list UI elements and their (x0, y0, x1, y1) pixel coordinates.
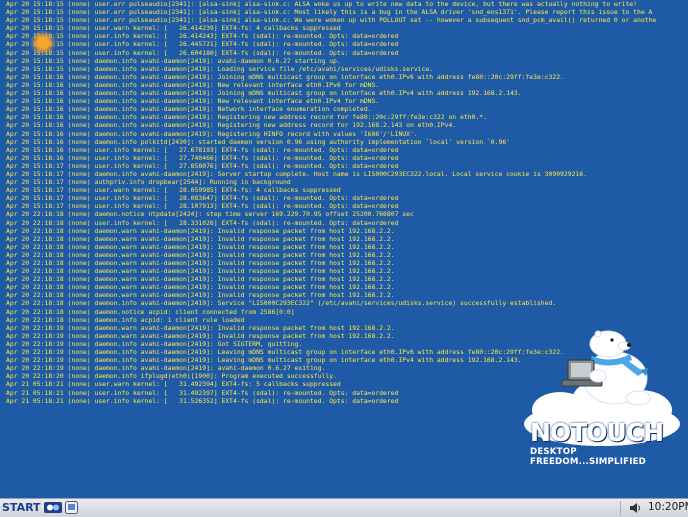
log-line: Apr 20 15:18:16 (none) daemon.info avahi… (6, 121, 457, 130)
log-line: Apr 20 15:18:16 (none) user.info kernel:… (6, 145, 399, 154)
log-line: Apr 20 22:18:18 (none) daemon.info acpid… (6, 315, 245, 324)
log-line: Apr 20 15:18:16 (none) daemon.info avahi… (6, 72, 564, 81)
log-line: Apr 20 15:18:17 (none) user.warn kernel:… (6, 186, 341, 195)
brand-title: NOTOUCH (530, 418, 670, 447)
log-line: Apr 20 22:18:18 (none) daemon.notice acp… (6, 307, 295, 316)
log-line: Apr 20 15:18:16 (none) daemon.info avahi… (6, 105, 372, 114)
log-line: Apr 20 15:18:15 (none) daemon.info avahi… (6, 64, 434, 73)
log-line: Apr 20 15:18:17 (none) daemon.info avahi… (6, 169, 587, 178)
mouse-cursor-highlight (30, 30, 56, 56)
log-line: Apr 20 22:18:18 (none) daemon.notice ntp… (6, 210, 414, 219)
clock[interactable]: 10:20PM (648, 501, 688, 513)
log-line: Apr 20 15:18:15 (none) user.err pulseaud… (6, 8, 653, 17)
log-line: Apr 20 22:18:18 (none) daemon.warn avahi… (6, 291, 395, 300)
log-line: Apr 20 15:18:16 (none) daemon.info avahi… (6, 113, 487, 122)
taskbar: START 10:20PM (0, 498, 688, 517)
log-line: Apr 20 15:18:17 (none) authpriv.info dro… (6, 178, 291, 187)
brand-title-no: NO (530, 418, 571, 447)
log-line: Apr 20 22:18:18 (none) daemon.warn avahi… (6, 259, 395, 267)
log-line: Apr 20 15:18:15 (none) user.info kernel:… (6, 40, 399, 49)
file-manager-icon[interactable] (65, 501, 78, 514)
log-line: Apr 20 22:18:18 (none) daemon.info avahi… (6, 299, 557, 308)
log-line: Apr 20 15:18:15 (none) user.info kernel:… (6, 32, 399, 41)
taskbar-separator (620, 501, 621, 515)
log-line: Apr 20 15:18:15 (none) user.info kernel:… (6, 48, 399, 57)
desktop: Apr 20 15:18:15 (none) user.err pulseaud… (0, 0, 688, 498)
log-line: Apr 20 15:18:15 (none) user.warn kernel:… (6, 24, 341, 33)
start-logo-icon (43, 502, 62, 513)
log-line: Apr 20 15:18:15 (none) user.err pulseaud… (6, 0, 637, 8)
log-line: Apr 20 22:18:18 (none) daemon.warn avahi… (6, 283, 395, 292)
brand-title-touch: TOUCH (570, 418, 664, 447)
log-line: Apr 20 22:18:18 (none) daemon.warn avahi… (6, 234, 395, 243)
log-line: Apr 20 22:18:18 (none) daemon.warn avahi… (6, 242, 395, 251)
brand-tagline: DESKTOP FREEDOM...SIMPLIFIED (530, 447, 646, 467)
log-line: Apr 20 15:18:16 (none) daemon.info polki… (6, 137, 511, 146)
log-line: Apr 20 15:18:16 (none) daemon.info avahi… (6, 89, 522, 98)
log-line: Apr 20 22:18:18 (none) daemon.warn avahi… (6, 267, 395, 276)
log-line: Apr 20 15:18:15 (none) user.err pulseaud… (6, 16, 657, 25)
log-line: Apr 20 22:18:18 (none) daemon.warn avahi… (6, 250, 395, 259)
log-line: Apr 20 22:18:18 (none) daemon.warn avahi… (6, 226, 395, 235)
log-line: Apr 20 15:18:16 (none) user.info kernel:… (6, 153, 399, 162)
start-button-label: START (2, 501, 41, 514)
log-line: Apr 20 15:18:16 (none) daemon.info avahi… (6, 97, 380, 106)
log-line: Apr 20 15:18:16 (none) daemon.info avahi… (6, 129, 418, 138)
start-button[interactable]: START (1, 500, 63, 515)
log-line: Apr 20 15:18:15 (none) daemon.info avahi… (6, 56, 341, 65)
log-line: Apr 20 15:18:17 (none) user.info kernel:… (6, 194, 399, 203)
speaker-icon[interactable] (628, 501, 642, 515)
log-line: Apr 20 15:18:17 (none) user.info kernel:… (6, 161, 399, 170)
log-line: Apr 20 15:18:16 (none) daemon.info avahi… (6, 80, 380, 89)
log-line: Apr 20 15:18:17 (none) user.info kernel:… (6, 202, 399, 211)
log-line: Apr 20 22:18:18 (none) user.info kernel:… (6, 218, 399, 227)
log-line: Apr 20 22:18:18 (none) daemon.warn avahi… (6, 275, 395, 284)
